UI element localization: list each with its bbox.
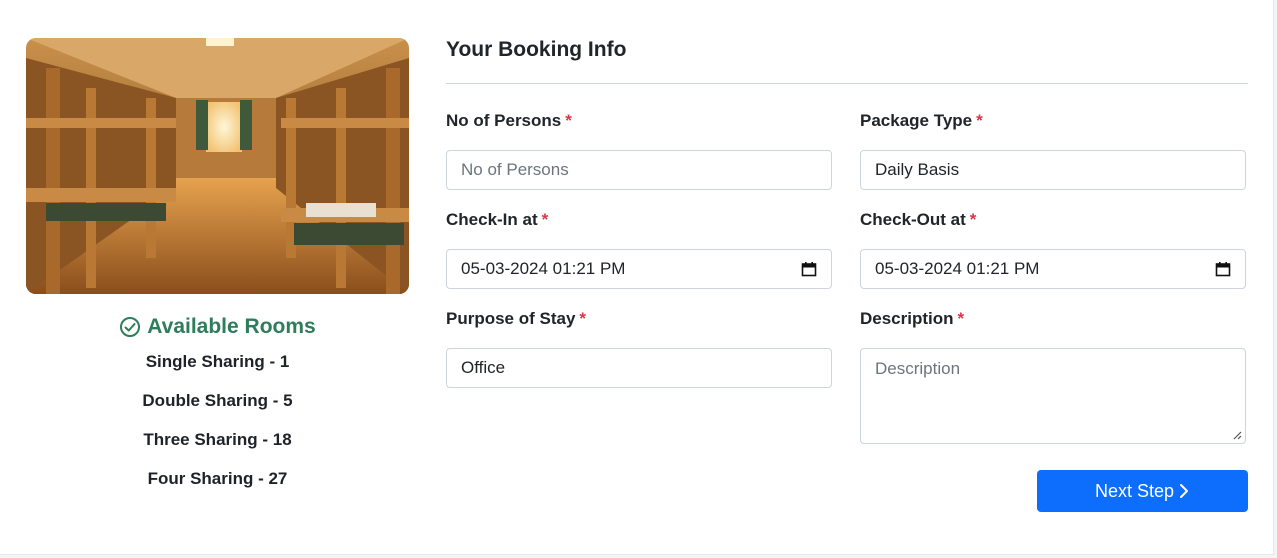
- purpose-label-text: Purpose of Stay: [446, 309, 576, 328]
- checkin-value: 05-03-2024 01:21 PM: [461, 259, 626, 278]
- persons-label: No of Persons *: [446, 111, 572, 131]
- required-mark: *: [969, 210, 977, 229]
- resize-handle-icon[interactable]: [1232, 430, 1242, 440]
- room-photo-image: [26, 38, 409, 294]
- persons-label-text: No of Persons: [446, 111, 562, 130]
- required-mark: *: [957, 309, 965, 328]
- check-circle-icon: [120, 317, 141, 337]
- package-label: Package Type *: [860, 111, 983, 131]
- title-divider: [446, 83, 1248, 84]
- calendar-icon[interactable]: [801, 261, 817, 277]
- checkin-label-text: Check-In at: [446, 210, 538, 229]
- required-mark: *: [976, 111, 983, 130]
- purpose-value: Office: [461, 358, 506, 377]
- description-placeholder: Description: [875, 359, 961, 378]
- required-mark: *: [579, 309, 587, 328]
- room-count-three: Three Sharing - 18: [143, 430, 292, 449]
- description-label-text: Description: [860, 309, 954, 328]
- description-label: Description *: [860, 309, 964, 329]
- checkout-label-text: Check-Out at: [860, 210, 966, 229]
- purpose-field[interactable]: Office: [446, 348, 832, 388]
- checkout-datetime-input[interactable]: 05-03-2024 01:21 PM: [860, 249, 1246, 289]
- booking-card: Available Rooms Single Sharing - 1 Doubl…: [0, 0, 1274, 555]
- purpose-label: Purpose of Stay *: [446, 309, 586, 329]
- package-value: Daily Basis: [875, 160, 960, 179]
- package-type-field[interactable]: Daily Basis: [860, 150, 1246, 190]
- room-count-single: Single Sharing - 1: [145, 352, 290, 371]
- required-mark: *: [565, 111, 572, 130]
- room-photo: [26, 38, 409, 294]
- page-title: Your Booking Info: [446, 38, 627, 61]
- next-step-button[interactable]: Next Step: [1037, 470, 1248, 512]
- next-step-label: Next Step: [1094, 480, 1175, 501]
- chevron-right-icon: [1180, 484, 1189, 498]
- checkout-value: 05-03-2024 01:21 PM: [875, 259, 1040, 278]
- persons-input[interactable]: No of Persons: [446, 150, 832, 190]
- calendar-icon[interactable]: [1215, 261, 1231, 277]
- available-rooms-title: Available Rooms: [147, 315, 316, 338]
- persons-placeholder: No of Persons: [461, 160, 569, 179]
- room-count-four: Four Sharing - 27: [147, 469, 288, 488]
- checkin-label: Check-In at *: [446, 210, 548, 230]
- package-label-text: Package Type: [860, 111, 973, 130]
- room-count-double: Double Sharing - 5: [142, 391, 293, 410]
- checkin-datetime-input[interactable]: 05-03-2024 01:21 PM: [446, 249, 832, 289]
- required-mark: *: [541, 210, 549, 229]
- available-rooms-heading: Available Rooms: [26, 312, 409, 342]
- description-textarea[interactable]: Description: [860, 348, 1246, 444]
- checkout-label: Check-Out at *: [860, 210, 976, 230]
- available-rooms-panel: Available Rooms Single Sharing - 1 Doubl…: [26, 312, 409, 498]
